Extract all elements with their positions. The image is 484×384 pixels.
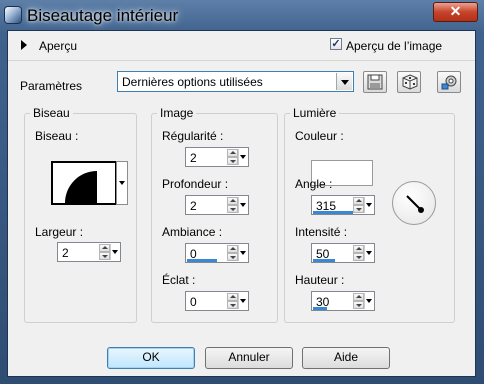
save-preset-icon xyxy=(367,74,383,90)
app-icon xyxy=(5,7,21,23)
depth-label: Profondeur : xyxy=(162,177,229,191)
image-preview-checkbox[interactable]: ✓ xyxy=(330,38,342,50)
intensity-level-bar xyxy=(313,259,335,262)
height-stepper[interactable]: 30 xyxy=(311,291,375,311)
ok-button[interactable]: OK xyxy=(107,347,195,369)
image-group-title: Image xyxy=(157,106,197,120)
light-color-label: Couleur : xyxy=(295,129,344,143)
angle-dial-icon xyxy=(406,195,424,213)
title-bar[interactable]: Biseautage intérieur ✕ xyxy=(0,0,484,34)
increment-icon[interactable] xyxy=(353,245,364,253)
ambience-stepper[interactable]: 0 xyxy=(185,243,249,263)
decrement-icon[interactable] xyxy=(227,205,238,213)
smoothness-stepper[interactable]: 2 xyxy=(185,147,249,167)
smoothness-label: Régularité : xyxy=(162,129,224,143)
image-group: Image Régularité : 2 Profondeur : 2 Ambi… xyxy=(151,106,278,323)
dialog-window: Biseautage intérieur ✕ Aperçu ✓ Aperçu d… xyxy=(0,0,484,384)
angle-dial[interactable] xyxy=(392,181,436,225)
preview-row: Aperçu ✓ Aperçu de l’image xyxy=(8,31,475,59)
depth-value: 2 xyxy=(190,199,197,213)
presets-label: Paramètres xyxy=(20,79,83,93)
smoothness-value: 2 xyxy=(190,151,197,165)
separator xyxy=(8,60,475,61)
shininess-stepper[interactable]: 0 xyxy=(185,291,249,311)
expand-preview-icon[interactable] xyxy=(21,40,27,50)
chevron-down-icon[interactable] xyxy=(336,73,352,90)
increment-icon[interactable] xyxy=(227,293,238,301)
dialog-client: Aperçu ✓ Aperçu de l’image Paramètres De… xyxy=(7,30,476,377)
height-label: Hauteur : xyxy=(295,273,345,287)
help-button[interactable]: Aide xyxy=(302,347,390,369)
decrement-icon[interactable] xyxy=(227,157,238,165)
angle-stepper[interactable]: 315 xyxy=(311,195,375,215)
increment-icon[interactable] xyxy=(227,197,238,205)
bevel-shape-dropdown[interactable] xyxy=(116,161,128,205)
shininess-value: 0 xyxy=(190,295,197,309)
chevron-down-icon[interactable] xyxy=(238,293,247,309)
chevron-down-icon[interactable] xyxy=(364,245,373,261)
decrement-icon[interactable] xyxy=(353,253,364,261)
ambience-label: Ambiance : xyxy=(162,225,223,239)
decrement-icon[interactable] xyxy=(227,301,238,309)
decrement-icon[interactable] xyxy=(99,252,110,260)
chevron-down-icon[interactable] xyxy=(238,245,247,261)
increment-icon[interactable] xyxy=(353,293,364,301)
increment-icon[interactable] xyxy=(227,149,238,157)
chevron-down-icon[interactable] xyxy=(238,149,247,165)
light-group: Lumière Couleur : Angle : 315 Intensité … xyxy=(284,106,455,323)
chevron-down-icon[interactable] xyxy=(110,244,119,260)
image-preview-label[interactable]: Aperçu de l’image xyxy=(346,39,442,53)
intensity-stepper[interactable]: 50 xyxy=(311,243,375,263)
settings-tools-icon xyxy=(441,75,457,90)
ambience-level-bar xyxy=(187,259,217,262)
increment-icon[interactable] xyxy=(227,245,238,253)
chevron-down-icon[interactable] xyxy=(364,293,373,309)
preset-select[interactable]: Dernières options utilisées xyxy=(117,71,354,92)
bevel-group: Biseau Biseau : Largeur : 2 xyxy=(24,106,137,323)
window-title: Biseautage intérieur xyxy=(27,6,179,25)
increment-icon[interactable] xyxy=(353,197,364,205)
chevron-down-icon[interactable] xyxy=(364,197,373,213)
randomize-dice-icon xyxy=(402,74,418,90)
preview-toggle-label[interactable]: Aperçu xyxy=(39,39,77,53)
shininess-label: Éclat : xyxy=(162,273,196,287)
bevel-shape-preview[interactable] xyxy=(51,161,117,205)
angle-label: Angle : xyxy=(295,177,333,191)
increment-icon[interactable] xyxy=(99,244,110,252)
bevel-shape-icon xyxy=(65,171,97,203)
width-stepper[interactable]: 2 xyxy=(57,242,121,262)
light-group-title: Lumière xyxy=(290,106,340,120)
intensity-label: Intensité : xyxy=(295,225,348,239)
chevron-down-icon[interactable] xyxy=(238,197,247,213)
settings-button[interactable] xyxy=(437,71,461,93)
close-button[interactable]: ✕ xyxy=(433,2,478,22)
height-level-bar xyxy=(313,307,327,310)
decrement-icon[interactable] xyxy=(227,253,238,261)
width-value: 2 xyxy=(62,246,69,260)
decrement-icon[interactable] xyxy=(353,205,364,213)
bevel-shape-label: Biseau : xyxy=(35,129,79,143)
width-label: Largeur : xyxy=(35,225,84,239)
preset-value: Dernières options utilisées xyxy=(122,75,263,89)
bevel-group-title: Biseau xyxy=(30,106,73,120)
decrement-icon[interactable] xyxy=(353,301,364,309)
depth-stepper[interactable]: 2 xyxy=(185,195,249,215)
angle-level-bar xyxy=(313,211,353,214)
randomize-button[interactable] xyxy=(397,71,421,93)
cancel-button[interactable]: Annuler xyxy=(205,347,293,369)
save-preset-button[interactable] xyxy=(363,71,387,93)
